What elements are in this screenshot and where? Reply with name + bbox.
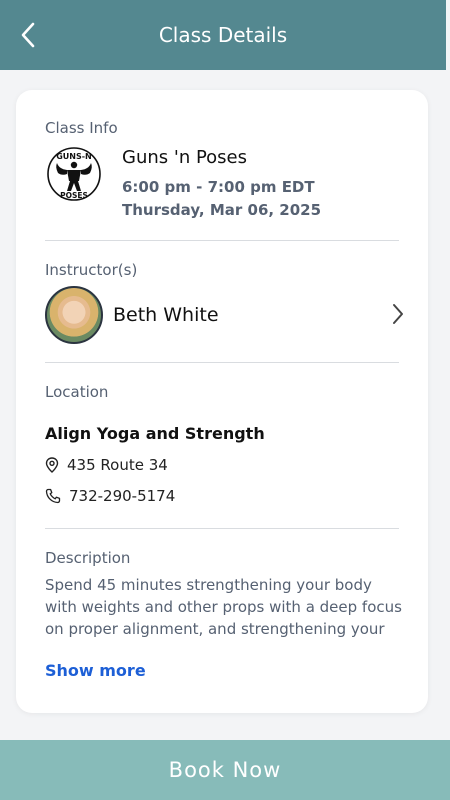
back-chevron-icon xyxy=(21,22,35,48)
instructor-avatar xyxy=(45,286,103,344)
phone-row[interactable]: 732-290-5174 xyxy=(45,487,175,505)
book-now-button[interactable]: Book Now xyxy=(0,740,450,800)
instructors-label: Instructor(s) xyxy=(45,261,138,279)
divider xyxy=(45,240,399,241)
back-button[interactable] xyxy=(8,15,48,55)
location-label: Location xyxy=(45,383,109,401)
chevron-right-icon xyxy=(393,304,403,324)
svg-text:GUNS-N: GUNS-N xyxy=(56,152,92,161)
class-date: Thursday, Mar 06, 2025 xyxy=(122,201,322,219)
class-details-card: Class Info GUNS-N POSES Guns 'n Poses 6:… xyxy=(16,90,428,713)
description-label: Description xyxy=(45,549,131,567)
address-row[interactable]: 435 Route 34 xyxy=(45,456,168,474)
class-name: Guns 'n Poses xyxy=(122,147,247,168)
class-info-label: Class Info xyxy=(45,119,118,137)
page-title: Class Details xyxy=(158,23,288,47)
instructor-name: Beth White xyxy=(113,304,219,326)
class-logo: GUNS-N POSES xyxy=(47,147,101,201)
divider xyxy=(45,362,399,363)
description-text: Spend 45 minutes strengthening your body… xyxy=(45,576,402,638)
show-more-link[interactable]: Show more xyxy=(45,661,146,680)
app-header: Class Details xyxy=(0,0,446,70)
class-time: 6:00 pm - 7:00 pm EDT xyxy=(122,178,315,196)
phone-icon xyxy=(45,488,61,504)
map-pin-icon xyxy=(45,457,59,473)
phone-text: 732-290-5174 xyxy=(69,487,176,505)
location-name: Align Yoga and Strength xyxy=(45,424,265,443)
address-text: 435 Route 34 xyxy=(67,456,168,474)
svg-text:POSES: POSES xyxy=(60,191,88,200)
divider xyxy=(45,528,399,529)
instructor-row[interactable]: Beth White xyxy=(45,286,405,344)
